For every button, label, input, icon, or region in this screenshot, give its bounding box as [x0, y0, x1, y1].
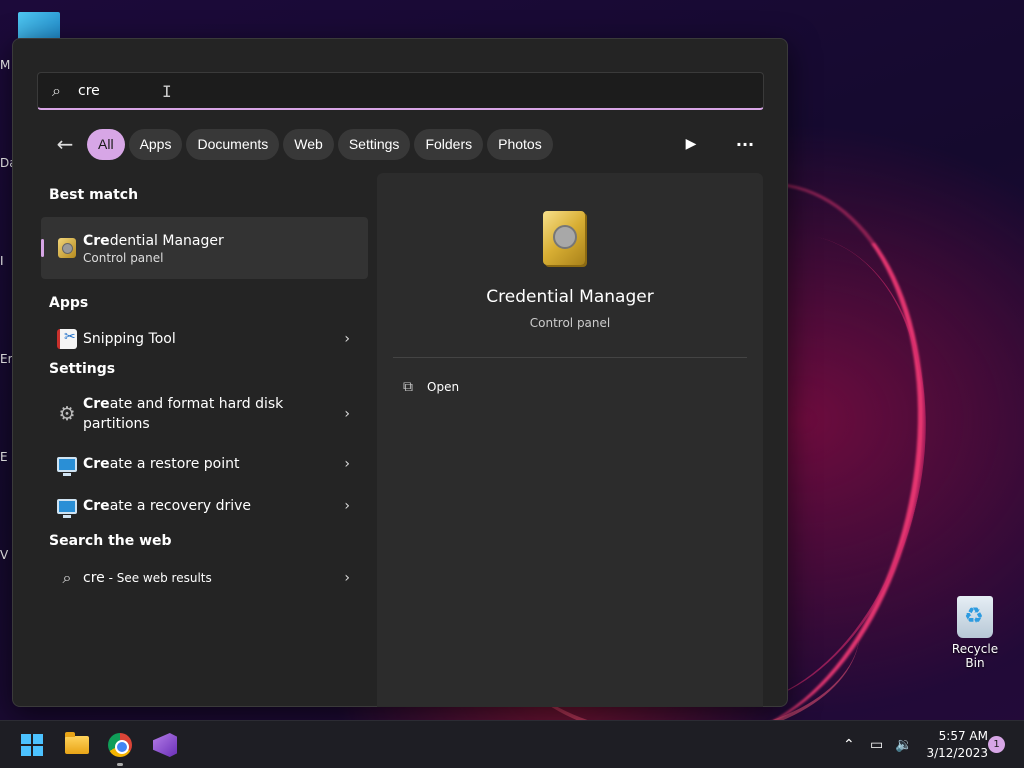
results-list: Best match Credential Manager Control pa… — [41, 181, 368, 599]
preview-title: Credential Manager — [486, 287, 654, 307]
best-match-heading: Best match — [49, 187, 139, 203]
filter-photos[interactable]: Photos — [487, 128, 553, 160]
search-icon: ⌕ — [62, 568, 72, 587]
web-results-suffix: - See web results — [104, 571, 212, 585]
list-item-recovery-drive[interactable]: Create a recovery drive › — [41, 485, 368, 527]
list-item-label: ate and format hard disk — [109, 396, 284, 412]
chevron-right-icon: › — [344, 456, 350, 472]
match-highlight: Cre — [83, 233, 110, 249]
recovery-drive-icon — [57, 498, 77, 518]
start-button[interactable] — [16, 729, 48, 761]
list-item-restore-point[interactable]: Create a restore point › — [41, 443, 368, 485]
list-item-label: ate a restore point — [109, 456, 240, 472]
snipping-tool-icon — [57, 329, 77, 349]
filter-folders[interactable]: Folders — [414, 128, 484, 160]
desktop-icon-label: E — [0, 450, 8, 464]
desktop-icon-label: I — [0, 254, 4, 268]
network-icon[interactable]: ▭ — [870, 721, 883, 768]
search-box[interactable]: ⌕ I — [37, 72, 764, 110]
chevron-up-icon[interactable]: ⌃ — [843, 721, 855, 768]
volume-icon[interactable]: 🔉 — [895, 721, 912, 768]
list-item-web-results[interactable]: ⌕ cre - See web results › — [41, 557, 368, 599]
filter-documents[interactable]: Documents — [186, 128, 280, 160]
match-highlight: Cre — [83, 456, 110, 472]
file-explorer-button[interactable] — [61, 729, 93, 761]
best-match-title: dential Manager — [109, 233, 224, 249]
list-item-label-line2: partitions — [83, 416, 150, 432]
chevron-right-icon: › — [344, 406, 350, 422]
credential-manager-icon — [58, 238, 76, 258]
chevron-right-icon: › — [344, 570, 350, 586]
clock-date: 3/12/2023 — [926, 746, 988, 760]
filter-web[interactable]: Web — [283, 128, 334, 160]
credential-manager-icon — [543, 211, 585, 265]
chrome-icon — [108, 733, 132, 757]
match-highlight: Cre — [83, 498, 110, 514]
play-icon[interactable]: ▶ — [675, 128, 707, 160]
list-item-label: ate a recovery drive — [109, 498, 251, 514]
chrome-button[interactable] — [104, 729, 136, 761]
list-item-snipping-tool[interactable]: Snipping Tool › — [41, 319, 368, 359]
open-action-label: Open — [427, 380, 460, 394]
visual-studio-button[interactable] — [149, 729, 181, 761]
desktop-icon-label: Er — [0, 352, 13, 366]
best-match-item[interactable]: Credential Manager Control panel — [41, 217, 368, 279]
filter-all[interactable]: All — [87, 128, 125, 160]
apps-heading: Apps — [49, 295, 89, 311]
web-query: cre — [83, 570, 105, 586]
folder-icon — [65, 732, 89, 754]
preview-subtitle: Control panel — [529, 316, 611, 330]
open-action[interactable]: ⧉ Open — [403, 379, 459, 395]
system-clock[interactable]: 5:57 AM 3/12/2023 — [918, 728, 988, 762]
desktop-icon-label: V — [0, 548, 9, 562]
disk-settings-icon: ⚙ — [58, 403, 76, 425]
filter-settings[interactable]: Settings — [337, 128, 411, 160]
match-highlight: Cre — [83, 396, 110, 412]
chevron-right-icon: › — [344, 331, 350, 347]
search-panel: ⌕ I ← All Apps Documents Web Settings Fo… — [12, 38, 788, 707]
open-external-icon: ⧉ — [403, 379, 413, 395]
preview-pane: Credential Manager Control panel ⧉ Open — [377, 173, 763, 707]
notification-badge[interactable]: 1 — [988, 736, 1005, 753]
selection-indicator — [41, 239, 44, 257]
recycle-bin-icon — [957, 596, 993, 638]
search-web-heading: Search the web — [49, 533, 172, 549]
back-arrow-icon[interactable]: ← — [49, 128, 81, 160]
divider — [393, 357, 747, 358]
desktop-icon-label: M — [0, 58, 11, 72]
chevron-right-icon: › — [344, 498, 350, 514]
search-icon: ⌕ — [52, 80, 61, 100]
recycle-bin[interactable]: Recycle Bin — [942, 596, 1008, 670]
recycle-bin-label: Recycle Bin — [951, 642, 999, 670]
visual-studio-icon — [153, 733, 177, 757]
clock-time: 5:57 AM — [938, 729, 988, 743]
more-options-icon[interactable]: ··· — [729, 128, 761, 160]
text-cursor-icon: I — [162, 82, 172, 101]
windows-logo-icon — [21, 734, 43, 756]
settings-heading: Settings — [49, 361, 116, 377]
running-indicator — [117, 763, 123, 766]
list-item-label: Snipping Tool — [83, 331, 176, 347]
taskbar: ⌃ ▭ 🔉 5:57 AM 3/12/2023 1 — [0, 720, 1024, 768]
filter-apps[interactable]: Apps — [128, 128, 183, 160]
best-match-subtitle: Control panel — [83, 251, 164, 265]
filter-bar: ← All Apps Documents Web Settings Folder… — [49, 128, 553, 160]
system-properties-icon — [57, 456, 77, 476]
list-item-create-format-partitions[interactable]: ⚙ Create and format hard disk partitions… — [41, 385, 368, 443]
